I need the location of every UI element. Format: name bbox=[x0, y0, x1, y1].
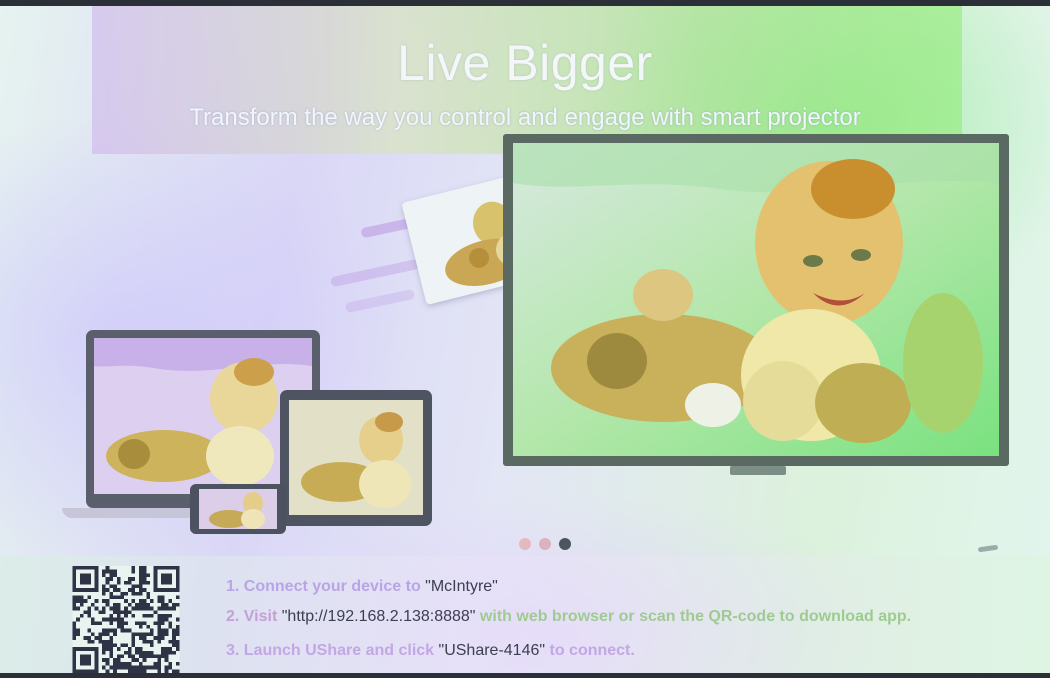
step-text: 1. Connect your device to bbox=[226, 578, 426, 595]
tv-stand bbox=[730, 466, 786, 475]
step-text: 3. Launch UShare and click bbox=[226, 642, 439, 659]
step-launch-app: 3. Launch UShare and click "UShare-4146"… bbox=[226, 642, 635, 660]
decor-streak bbox=[329, 258, 421, 288]
carousel-dot[interactable] bbox=[539, 538, 551, 550]
tablet-device bbox=[280, 390, 432, 526]
device-name: "McIntyre" bbox=[425, 578, 498, 595]
tv-display bbox=[503, 134, 1009, 466]
screen-smudge bbox=[977, 544, 999, 553]
page-title: Live Bigger bbox=[397, 35, 653, 91]
decor-streak bbox=[344, 288, 416, 314]
carousel-dot[interactable] bbox=[519, 538, 531, 550]
step-connect-device: 1. Connect your device to "McIntyre" bbox=[226, 578, 498, 596]
phone-screen-image bbox=[199, 489, 277, 529]
step-text: 2. Visit bbox=[226, 608, 282, 625]
qr-code-icon bbox=[72, 566, 180, 673]
app-url-link[interactable]: "http://192.168.2.138:8888" bbox=[282, 608, 476, 625]
tv-screen-image bbox=[513, 143, 999, 456]
step-text-tail: to connect. bbox=[545, 642, 635, 659]
step-text-tail: with web browser or scan the QR-code to … bbox=[475, 608, 912, 625]
tablet-screen-image bbox=[289, 400, 423, 515]
share-code: "UShare-4146" bbox=[438, 642, 546, 659]
carousel-dot-active[interactable] bbox=[559, 538, 571, 550]
phone-device bbox=[190, 484, 286, 534]
page-subtitle: Transform the way you control and engage… bbox=[189, 104, 861, 131]
step-visit-url: 2. Visit "http://192.168.2.138:8888" wit… bbox=[226, 608, 911, 626]
